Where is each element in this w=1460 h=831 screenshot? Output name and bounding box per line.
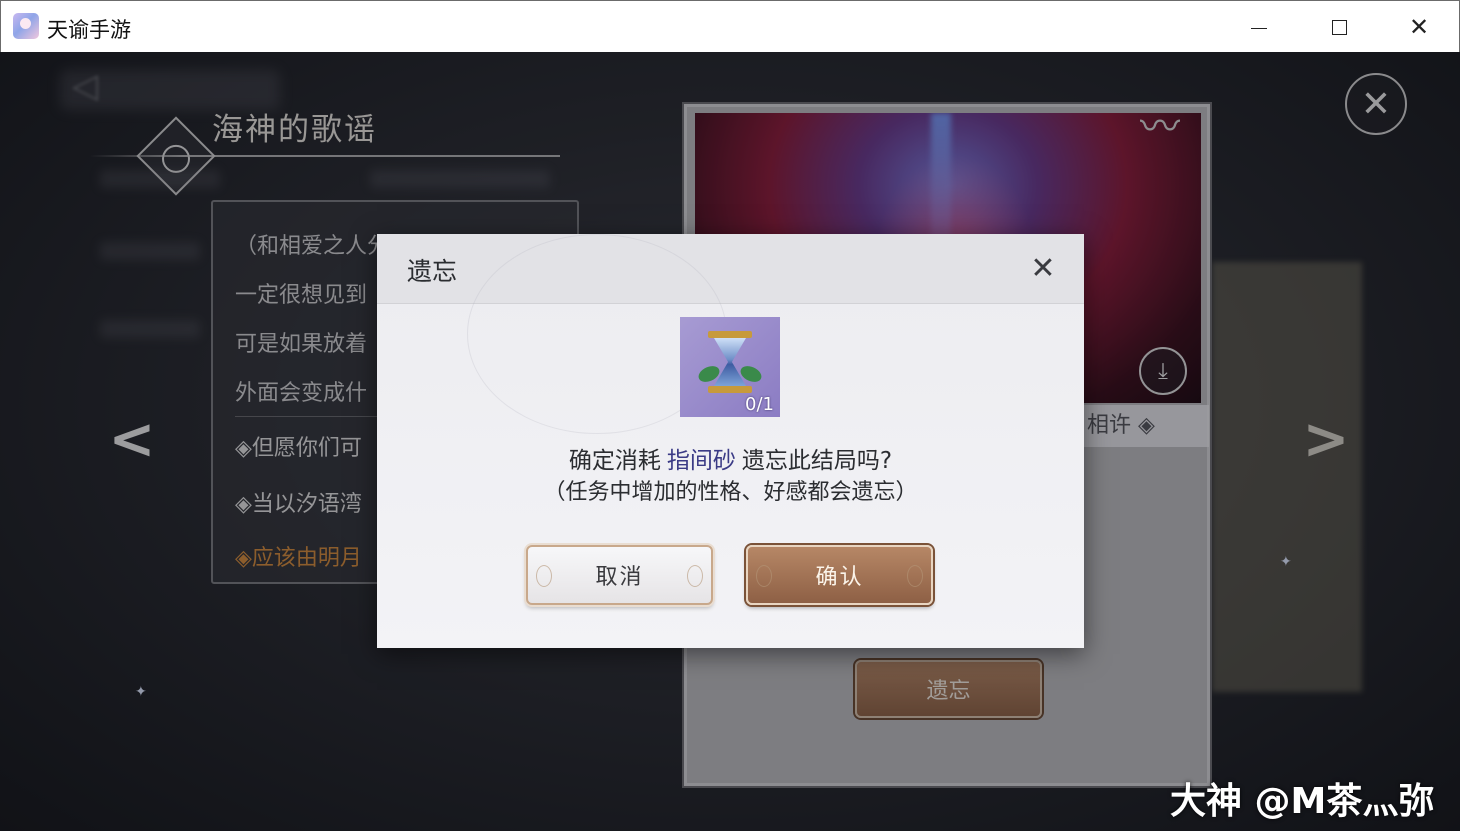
confirm-prefix: 确定消耗 [568, 448, 661, 474]
maximize-button[interactable] [1321, 9, 1357, 45]
window-titlebar: 天谕手游 ✕ [0, 0, 1460, 52]
minimize-button[interactable] [1241, 9, 1277, 45]
maximize-icon [1331, 19, 1347, 35]
button-ornament [756, 565, 772, 587]
button-ornament [536, 565, 552, 587]
cancel-button[interactable]: 取消 [526, 545, 713, 605]
window-title: 天谕手游 [47, 18, 131, 42]
watermark: 大神 @M茶灬弥 [1170, 781, 1435, 822]
button-ornament [687, 565, 703, 587]
minimize-icon [1251, 27, 1267, 29]
window-close-button[interactable]: ✕ [1401, 9, 1437, 45]
dialog-title: 遗忘 [407, 257, 458, 286]
item-name: 指间砂 [666, 448, 736, 474]
confirm-message: 确定消耗 指间砂 遗忘此结局吗? [377, 441, 1084, 475]
item-slot[interactable]: 0/1 [680, 317, 780, 417]
confirm-subtext: （任务中增加的性格、好感都会遗忘） [543, 480, 918, 505]
item-count: 0/1 [745, 394, 774, 415]
confirm-button[interactable]: 确认 [746, 545, 933, 605]
dialog-close-button[interactable]: ✕ [1025, 250, 1061, 286]
hourglass-icon [696, 331, 764, 393]
forget-dialog: 遗忘 ✕ 0/1 确定消耗 指间砂 遗忘此结局吗? （任务中增加的性格、好感都会遗忘… [377, 234, 1084, 648]
confirm-suffix: 遗忘此结局吗? [741, 448, 893, 474]
app-icon [13, 13, 39, 39]
cancel-label: 取消 [595, 565, 644, 590]
confirm-label: 确认 [815, 565, 864, 590]
button-ornament [907, 565, 923, 587]
